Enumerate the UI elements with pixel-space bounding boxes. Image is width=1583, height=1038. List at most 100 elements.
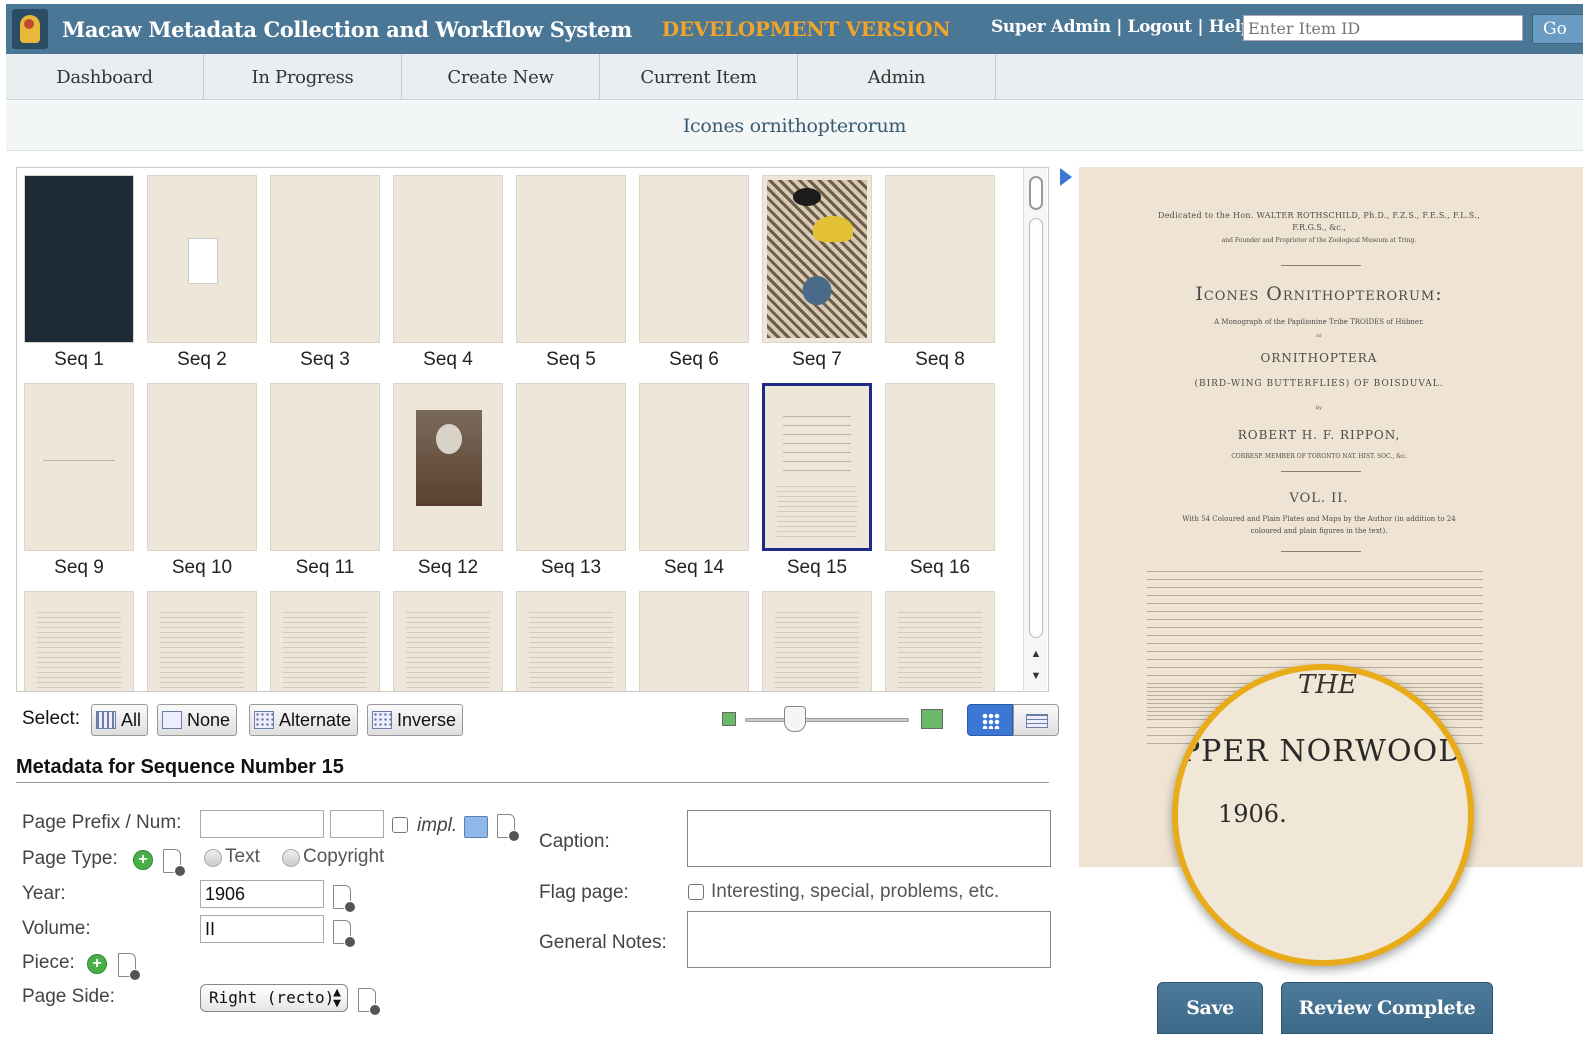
caption-textarea[interactable] (687, 810, 1051, 867)
thumbnail-size-slider[interactable] (745, 718, 909, 722)
general-notes-textarea[interactable] (687, 911, 1051, 968)
apply-page-side-icon[interactable] (358, 988, 381, 1016)
apply-to-selected-icon[interactable] (497, 814, 520, 842)
page-thumbnail[interactable]: Seq 6 (639, 175, 749, 371)
scroll-up-arrow-icon[interactable]: ▲ (1028, 646, 1044, 662)
page-thumbnail[interactable]: Seq 1 (24, 175, 134, 371)
flag-page-description: Interesting, special, problems, etc. (711, 881, 1000, 902)
tab-current-item[interactable]: Current Item (600, 54, 798, 100)
implicit-checkbox[interactable] (392, 817, 408, 833)
page-thumbnail-image (639, 175, 749, 343)
select-inverse-button[interactable]: Inverse (367, 704, 464, 736)
divider (16, 782, 1049, 783)
page-type-copyright-radio[interactable] (282, 849, 300, 867)
page-prefix-label: Page Prefix / Num: (22, 812, 182, 833)
select-none-button[interactable]: None (157, 704, 238, 736)
page-thumbnail[interactable] (24, 591, 134, 691)
list-view-button[interactable] (1013, 704, 1059, 736)
page-thumbnail-label: Seq 13 (540, 557, 602, 578)
page-thumbnail[interactable] (147, 591, 257, 691)
grid-view-button[interactable] (967, 704, 1013, 736)
logout-link[interactable]: Logout (1128, 17, 1193, 37)
tab-in-progress[interactable]: In Progress (204, 54, 402, 100)
select-all-label: All (121, 709, 142, 730)
page-thumbnail[interactable]: Seq 5 (516, 175, 626, 371)
page-side-select[interactable]: Right (recto) ▲ ▼ (200, 984, 348, 1012)
link-separator: | (1191, 17, 1209, 37)
apply-volume-icon[interactable] (333, 920, 356, 948)
apply-page-type-icon[interactable] (163, 849, 186, 877)
page-thumbnail[interactable] (393, 591, 503, 691)
preview-volume: VOL. II. (1289, 491, 1349, 506)
page-thumbnail-label: Seq 7 (792, 349, 842, 370)
page-thumbnail[interactable]: Seq 15 (762, 383, 872, 579)
page-thumbnail-image (270, 591, 380, 691)
scrollbar-track[interactable] (1029, 218, 1043, 638)
flag-page-checkbox[interactable] (688, 884, 704, 900)
tab-dashboard[interactable]: Dashboard (6, 54, 204, 100)
page-thumbnail[interactable]: Seq 9 (24, 383, 134, 579)
page-thumbnail[interactable] (516, 591, 626, 691)
volume-input[interactable] (200, 915, 324, 943)
page-thumbnail[interactable]: Seq 3 (270, 175, 380, 371)
page-thumbnail[interactable]: Seq 4 (393, 175, 503, 371)
magnifier-lens[interactable]: THE PPER NORWOOD 1906. (1172, 664, 1474, 966)
scroll-down-arrow-icon[interactable]: ▼ (1028, 668, 1044, 684)
tab-create-new[interactable]: Create New (402, 54, 600, 100)
page-thumbnail[interactable] (270, 591, 380, 691)
slider-handle[interactable] (784, 706, 806, 732)
page-thumbnail[interactable] (639, 591, 749, 691)
select-all-button[interactable]: All (91, 704, 149, 736)
preview-ornithoptera: ORNITHOPTERA (1260, 351, 1378, 365)
page-thumbnail[interactable]: Seq 10 (147, 383, 257, 579)
page-thumbnail-image (639, 383, 749, 551)
page-thumbnail-label: Seq 12 (417, 557, 479, 578)
page-thumbnail[interactable]: Seq 2 (147, 175, 257, 371)
preview-plates: With 54 Coloured and Plain Plates and Ma… (1182, 515, 1456, 523)
year-input[interactable] (200, 880, 324, 908)
app-title: Macaw Metadata Collection and Workflow S… (62, 16, 632, 42)
grid-icon (96, 711, 116, 729)
select-alternate-button[interactable]: Alternate (249, 704, 359, 736)
scrollbar-thumb[interactable] (1029, 176, 1043, 210)
add-page-type-icon[interactable]: + (133, 850, 153, 870)
tab-admin[interactable]: Admin (798, 54, 996, 100)
page-type-text-radio[interactable] (204, 849, 222, 867)
apply-year-icon[interactable] (333, 885, 356, 913)
item-title-bar: Icones ornithopterorum (6, 101, 1583, 151)
thumbnail-scrollbar[interactable]: ▲ ▼ (1023, 168, 1047, 690)
collapse-arrow-icon[interactable] (1060, 168, 1072, 186)
page-side-label: Page Side: (22, 986, 115, 1007)
macaw-logo[interactable] (12, 9, 48, 49)
page-thumbnail-label: Seq 16 (909, 557, 971, 578)
page-thumbnail-image (516, 383, 626, 551)
preview-author-member: CORRESP. MEMBER OF TORONTO NAT. HIST. SO… (1231, 453, 1407, 460)
page-thumbnail-image (639, 591, 749, 691)
review-complete-button[interactable]: Review Complete (1281, 982, 1493, 1034)
page-thumbnail[interactable]: Seq 13 (516, 383, 626, 579)
page-thumbnail[interactable]: Seq 8 (885, 175, 995, 371)
item-id-input[interactable] (1243, 15, 1523, 41)
page-thumbnail[interactable]: Seq 12 (393, 383, 503, 579)
page-number-input[interactable] (330, 810, 384, 838)
go-button[interactable]: Go (1532, 14, 1583, 44)
page-thumbnail[interactable]: Seq 7 (762, 175, 872, 371)
page-thumbnail[interactable]: Seq 16 (885, 383, 995, 579)
thumbnail-grid[interactable]: Seq 1 Seq 2 Seq 3 Seq 4 Seq 5 Seq 6 Seq 7 Seq 8… (16, 167, 1049, 692)
page-thumbnail-image (516, 175, 626, 343)
page-type-copyright-label: Copyright (303, 846, 385, 867)
page-thumbnail[interactable]: Seq 11 (270, 383, 380, 579)
zoom-large-icon[interactable] (921, 709, 943, 729)
apply-piece-icon[interactable] (118, 953, 141, 981)
empty-grid-icon (162, 711, 182, 729)
preview-by: by (1315, 405, 1323, 411)
page-thumbnail[interactable]: Seq 14 (639, 383, 749, 579)
add-piece-icon[interactable]: + (87, 954, 107, 974)
save-button[interactable]: Save (1157, 982, 1263, 1034)
user-name-link[interactable]: Super Admin (991, 17, 1111, 37)
page-thumbnail[interactable] (762, 591, 872, 691)
page-prefix-input[interactable] (200, 810, 324, 838)
page-thumbnail[interactable] (885, 591, 995, 691)
edit-pages-icon[interactable] (464, 816, 488, 838)
zoom-small-icon[interactable] (722, 712, 736, 726)
